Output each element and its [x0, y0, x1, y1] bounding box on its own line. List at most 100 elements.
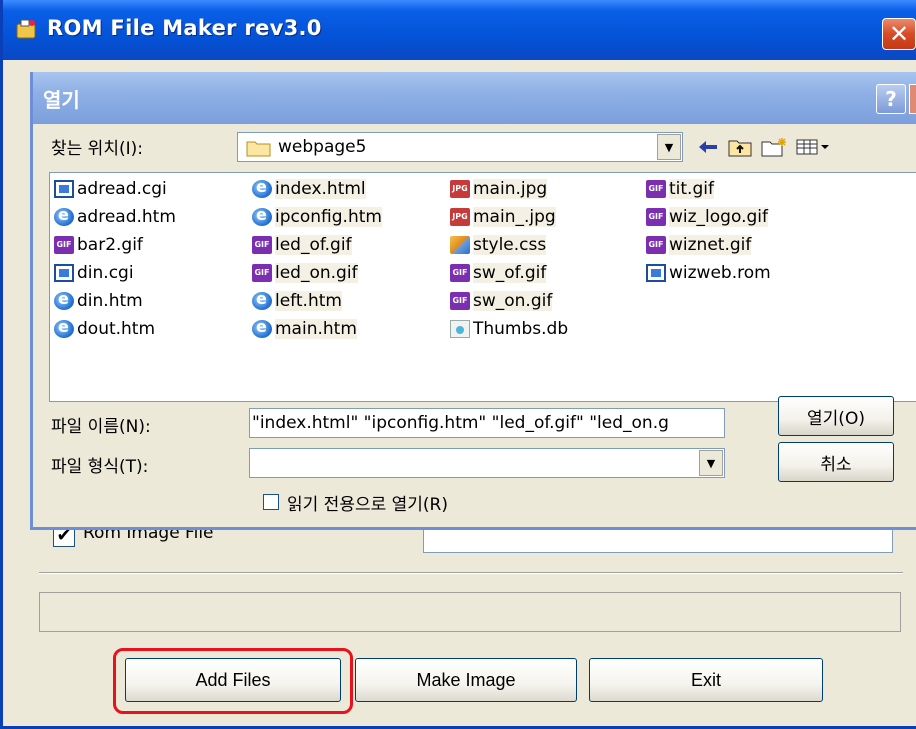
file-name: left.htm [275, 291, 342, 311]
open-file-dialog: 열기 ? 찾는 위치(I): webpage5 ▼ adread.cgi adre… [30, 72, 916, 530]
cgi-file-icon [54, 264, 74, 282]
file-name: tit.gif [669, 179, 714, 199]
file-name-label: 파일 이름(N): [51, 417, 151, 437]
file-list[interactable]: adread.cgi adread.htm GIFbar2.gif din.cgi di… [49, 172, 916, 402]
file-item[interactable]: dout.htm [54, 315, 176, 343]
separator [39, 572, 903, 574]
make-image-button[interactable]: Make Image [355, 658, 577, 702]
file-name: wiz_logo.gif [669, 207, 768, 227]
file-item[interactable]: GIF sw_of.gif [450, 259, 568, 287]
htm-file-icon [252, 205, 272, 226]
jpg-file-icon: JPG [450, 180, 470, 198]
dialog-close-button[interactable] [909, 84, 916, 114]
gif-file-icon: GIF [646, 208, 666, 226]
file-item[interactable]: JPG main_.jpg [450, 203, 568, 231]
file-item[interactable]: index.html [252, 175, 382, 203]
cancel-button[interactable]: 취소 [778, 442, 894, 482]
app-icon [16, 19, 36, 39]
view-menu-button[interactable] [795, 134, 831, 160]
gif-file-icon: GIF [252, 264, 272, 282]
file-type-label: 파일 형식(T): [51, 457, 149, 477]
file-name: dout.htm [77, 319, 156, 339]
look-in-combo[interactable]: webpage5 ▼ [237, 132, 683, 162]
file-column: adread.cgi adread.htm GIFbar2.gif din.cgi di… [54, 175, 176, 343]
rom-file-icon [646, 264, 666, 282]
dialog-titlebar[interactable]: 열기 ? [33, 72, 916, 124]
file-name: din.cgi [77, 263, 134, 283]
dialog-title: 열기 [43, 88, 80, 112]
file-item[interactable]: adread.htm [54, 203, 176, 231]
jpg-file-icon: JPG [450, 208, 470, 226]
main-titlebar[interactable]: ROM File Maker rev3.0 ✕ [3, 0, 916, 60]
file-item[interactable]: JPG main.jpg [450, 175, 568, 203]
htm-file-icon [54, 317, 74, 338]
file-column: JPG main.jpg JPG main_.jpg style.css GIF sw_of… [450, 175, 568, 343]
file-item[interactable]: Thumbs.db [450, 315, 568, 343]
add-files-highlight [113, 648, 353, 714]
file-name: din.htm [77, 291, 143, 311]
back-button[interactable] [693, 134, 723, 160]
up-folder-button[interactable] [725, 134, 755, 160]
file-name: wizweb.rom [669, 263, 771, 283]
file-item[interactable]: GIF sw_on.gif [450, 287, 568, 315]
file-name: led_on.gif [275, 263, 358, 283]
file-name: style.css [473, 235, 547, 255]
close-window-button[interactable]: ✕ [882, 18, 916, 50]
gif-file-icon: GIF [54, 236, 74, 254]
file-item[interactable]: GIF tit.gif [646, 175, 771, 203]
look-in-label: 찾는 위치(I): [51, 139, 143, 159]
file-name: adread.htm [77, 207, 176, 227]
folder-icon [246, 141, 271, 157]
file-item[interactable]: GIF wiz_logo.gif [646, 203, 771, 231]
file-item[interactable]: main.htm [252, 315, 382, 343]
new-folder-icon [761, 138, 786, 157]
file-item[interactable]: GIF bar2.gif [54, 231, 176, 259]
file-column: index.htmlipconfig.htmGIFled_of.gifGIFle… [252, 175, 382, 343]
file-item[interactable]: din.htm [54, 287, 176, 315]
file-name: main.jpg [473, 179, 548, 199]
help-button[interactable]: ? [876, 84, 906, 114]
file-name: adread.cgi [77, 179, 167, 199]
file-name: sw_on.gif [473, 291, 553, 311]
htm-file-icon [252, 289, 272, 310]
chevron-down-icon: ▼ [706, 456, 716, 470]
new-folder-button[interactable] [759, 134, 789, 160]
gif-file-icon: GIF [450, 292, 470, 310]
file-name-input[interactable]: "index.html" "ipconfig.htm" "led_of.gif"… [249, 408, 725, 438]
file-type-combo[interactable]: ▼ [249, 448, 725, 478]
file-type-dropdown-arrow[interactable]: ▼ [699, 450, 723, 476]
file-item[interactable]: GIF led_of.gif [252, 231, 382, 259]
file-item[interactable]: style.css [450, 231, 568, 259]
file-item[interactable]: adread.cgi [54, 175, 176, 203]
file-name: wiznet.gif [669, 235, 752, 255]
file-item[interactable]: din.cgi [54, 259, 176, 287]
back-arrow-icon [699, 141, 717, 153]
file-item[interactable]: ipconfig.htm [252, 203, 382, 231]
db-file-icon [450, 320, 470, 338]
file-item[interactable]: GIF wiznet.gif [646, 231, 771, 259]
file-name: main.htm [275, 319, 357, 339]
file-name: ipconfig.htm [275, 207, 382, 227]
status-bar [39, 592, 901, 632]
close-icon: ✕ [888, 20, 910, 48]
app-title: ROM File Maker rev3.0 [47, 16, 322, 40]
gif-file-icon: GIF [450, 264, 470, 282]
file-name: led_of.gif [275, 235, 352, 255]
file-name: sw_of.gif [473, 263, 547, 283]
css-file-icon [450, 236, 470, 254]
file-name: Thumbs.db [473, 319, 569, 339]
look-in-dropdown-arrow[interactable]: ▼ [657, 134, 681, 160]
file-item[interactable]: GIF led_on.gif [252, 259, 382, 287]
file-item[interactable]: wizweb.rom [646, 259, 771, 287]
up-folder-icon [728, 140, 752, 157]
cgi-file-icon [54, 180, 74, 198]
read-only-checkbox[interactable] [263, 494, 279, 510]
htm-file-icon [54, 205, 74, 226]
open-button[interactable]: 열기(O) [778, 396, 894, 436]
read-only-label: 읽기 전용으로 열기(R) [287, 495, 449, 515]
file-item[interactable]: left.htm [252, 287, 382, 315]
exit-button[interactable]: Exit [589, 658, 823, 702]
gif-file-icon: GIF [646, 236, 666, 254]
gif-file-icon: GIF [252, 236, 272, 254]
view-menu-icon [796, 139, 829, 155]
